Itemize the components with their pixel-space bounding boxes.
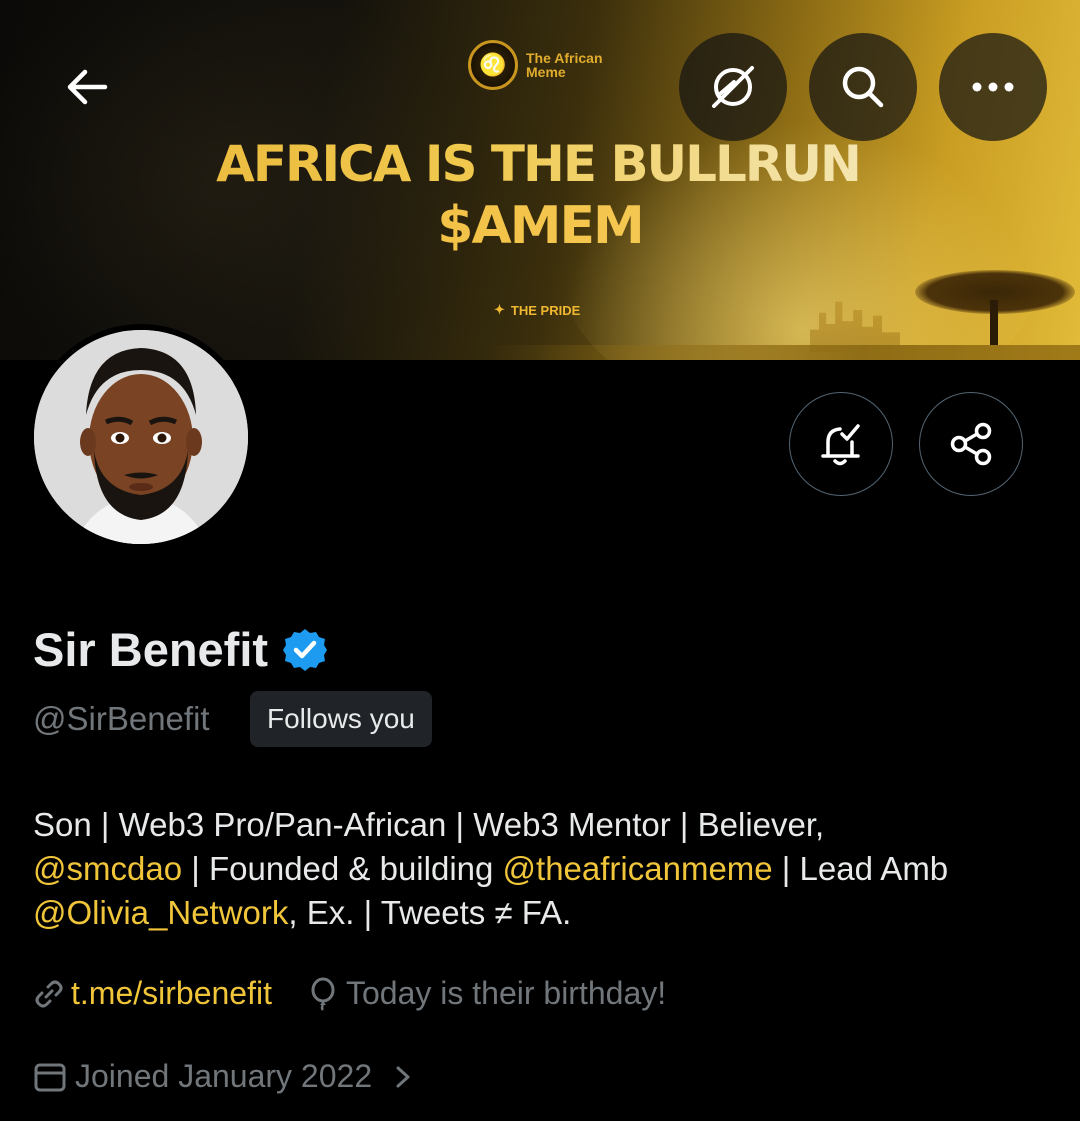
acacia-tree-trunk <box>990 300 998 350</box>
africa-map-icon: ✦ <box>494 302 505 317</box>
website-link[interactable]: t.me/sirbenefit <box>33 975 272 1012</box>
joined-date[interactable]: Joined January 2022 <box>33 1058 414 1095</box>
profile-meta-row: t.me/sirbenefit Today is their birthday! <box>33 975 666 1012</box>
birthday-text: Today is their birthday! <box>345 975 667 1011</box>
balloon-icon <box>311 977 335 1011</box>
mention-link[interactable]: @smcdao <box>33 850 182 887</box>
banner-headline-2: $AMEM <box>0 196 1080 256</box>
chevron-right-icon <box>396 1066 410 1087</box>
bell-check-icon <box>821 424 860 466</box>
bio-text: Son | Web3 Pro/Pan-African | Web3 Mentor… <box>33 806 825 843</box>
birthday: Today is their birthday! <box>308 975 666 1012</box>
bio-text: | Lead Amb <box>772 850 949 887</box>
website-text[interactable]: t.me/sirbenefit <box>71 975 272 1012</box>
banner-tagline-text: THE PRIDE <box>510 302 581 318</box>
banner-headline-1: AFRICA IS THE BULLRUN <box>0 135 1078 193</box>
follows-you-badge: Follows you <box>250 691 432 747</box>
profile-banner[interactable]: ♌ The African Meme AFRICA IS THE BULLRUN… <box>0 0 1080 360</box>
notifications-button[interactable] <box>789 392 893 496</box>
arrow-left-icon <box>67 69 108 105</box>
verified-badge-icon[interactable] <box>282 627 328 673</box>
grok-icon <box>712 66 754 108</box>
brand-name: The African Meme <box>526 50 603 80</box>
more-button[interactable] <box>939 33 1047 141</box>
display-name-row: Sir Benefit <box>33 622 328 677</box>
bio-text: , Ex. | Tweets ≠ FA. <box>288 894 572 931</box>
search-button[interactable] <box>809 33 917 141</box>
bio: Son | Web3 Pro/Pan-African | Web3 Mentor… <box>33 803 1053 935</box>
share-button[interactable] <box>919 392 1023 496</box>
profile-avatar[interactable] <box>28 324 254 550</box>
avatar-illustration <box>34 330 248 544</box>
share-icon <box>950 422 992 466</box>
back-button[interactable] <box>34 34 140 140</box>
calendar-icon <box>34 1063 66 1091</box>
display-name: Sir Benefit <box>33 623 269 676</box>
banner-tagline: ✦ THE PRIDE <box>494 302 580 318</box>
mention-link[interactable]: @theafricanmeme <box>503 850 773 887</box>
grok-button[interactable] <box>679 33 787 141</box>
bio-text: | Founded & building <box>182 850 503 887</box>
mention-link[interactable]: @Olivia_Network <box>33 894 288 931</box>
lion-logo-icon: ♌ <box>468 40 518 90</box>
search-icon <box>842 66 884 108</box>
handle: @SirBenefit <box>33 700 210 737</box>
joined-text: Joined January 2022 <box>75 1058 373 1094</box>
avatar-image <box>34 330 248 544</box>
link-icon <box>35 980 63 1007</box>
brand-logo-group: ♌ The African Meme <box>468 40 626 90</box>
more-horizontal-icon <box>972 82 1014 92</box>
